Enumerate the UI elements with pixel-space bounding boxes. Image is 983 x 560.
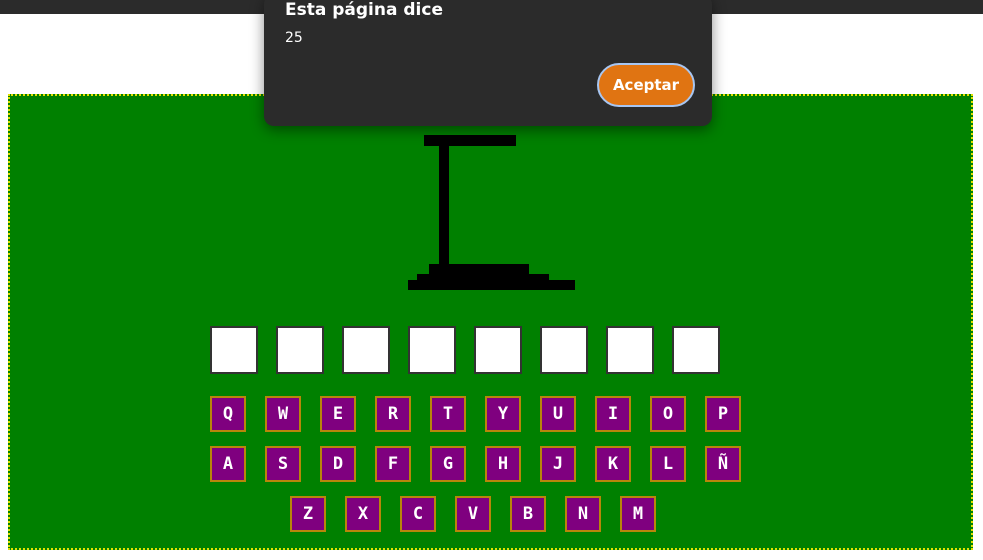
key-c[interactable]: C [400, 496, 436, 532]
dialog-title: Esta página dice [285, 0, 443, 20]
key-f[interactable]: F [375, 446, 411, 482]
key-z[interactable]: Z [290, 496, 326, 532]
key-n[interactable]: N [565, 496, 601, 532]
letter-slot [342, 326, 390, 374]
alert-dialog: Esta página dice 25 Aceptar [264, 0, 712, 126]
key-b[interactable]: B [510, 496, 546, 532]
key-t[interactable]: T [430, 396, 466, 432]
key-j[interactable]: J [540, 446, 576, 482]
key-w[interactable]: W [265, 396, 301, 432]
key-m[interactable]: M [620, 496, 656, 532]
letter-slot [408, 326, 456, 374]
accept-button[interactable]: Aceptar [597, 63, 695, 107]
letter-slot [276, 326, 324, 374]
key-l[interactable]: L [650, 446, 686, 482]
hangman-board: QWERTYUIOP ASDFGHJKLÑ ZXCVBNM [8, 94, 973, 550]
keyboard-row-2: ASDFGHJKLÑ [210, 446, 741, 482]
key-a[interactable]: A [210, 446, 246, 482]
key-q[interactable]: Q [210, 396, 246, 432]
gallows-base-top [429, 264, 529, 274]
key-e[interactable]: E [320, 396, 356, 432]
gallows-beam [424, 135, 516, 146]
key-g[interactable]: G [430, 446, 466, 482]
key-v[interactable]: V [455, 496, 491, 532]
key-x[interactable]: X [345, 496, 381, 532]
key-ñ[interactable]: Ñ [705, 446, 741, 482]
key-u[interactable]: U [540, 396, 576, 432]
dialog-message: 25 [285, 30, 303, 46]
key-r[interactable]: R [375, 396, 411, 432]
word-slots [210, 326, 720, 374]
key-i[interactable]: I [595, 396, 631, 432]
letter-slot [474, 326, 522, 374]
keyboard-row-3: ZXCVBNM [290, 496, 656, 532]
key-o[interactable]: O [650, 396, 686, 432]
letter-slot [606, 326, 654, 374]
keyboard-row-1: QWERTYUIOP [210, 396, 741, 432]
key-k[interactable]: K [595, 446, 631, 482]
letter-slot [672, 326, 720, 374]
gallows-base-bottom [408, 280, 575, 290]
letter-slot [210, 326, 258, 374]
key-y[interactable]: Y [485, 396, 521, 432]
gallows-post [439, 146, 449, 270]
key-p[interactable]: P [705, 396, 741, 432]
key-d[interactable]: D [320, 446, 356, 482]
letter-slot [540, 326, 588, 374]
key-h[interactable]: H [485, 446, 521, 482]
key-s[interactable]: S [265, 446, 301, 482]
